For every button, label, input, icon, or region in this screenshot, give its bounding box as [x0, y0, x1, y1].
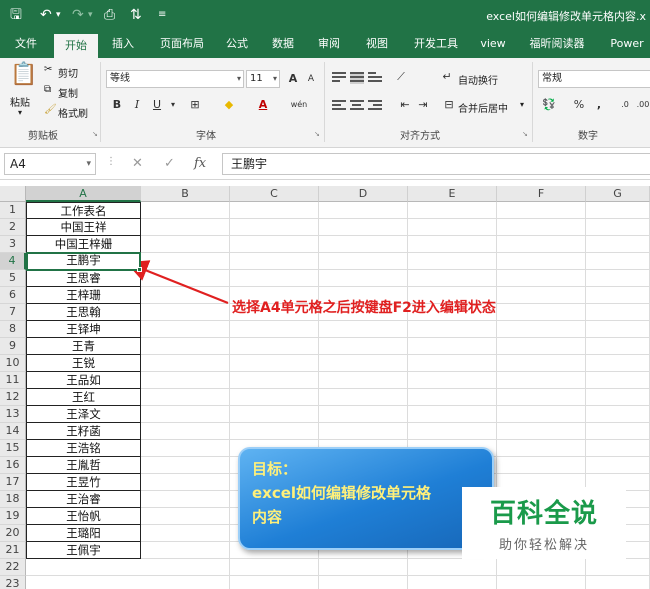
goal-line: 内容 — [252, 508, 283, 526]
goal-title: 目标： — [252, 460, 298, 478]
goal-callout: 目标： excel如何编辑修改单元格 内容 — [238, 447, 494, 550]
goal-line: excel如何编辑修改单元格 — [252, 484, 432, 502]
watermark-title: 百科全说 — [489, 499, 598, 529]
fill-handle[interactable] — [137, 267, 142, 272]
watermark-logo: 百科全说 助你轻松解决 — [462, 487, 626, 559]
watermark-subtitle: 助你轻松解决 — [498, 538, 589, 553]
active-cell[interactable]: 王鹏宇 — [26, 252, 141, 271]
annotation-text: 选择A4单元格之后按键盘F2进入编辑状态 — [232, 300, 496, 316]
